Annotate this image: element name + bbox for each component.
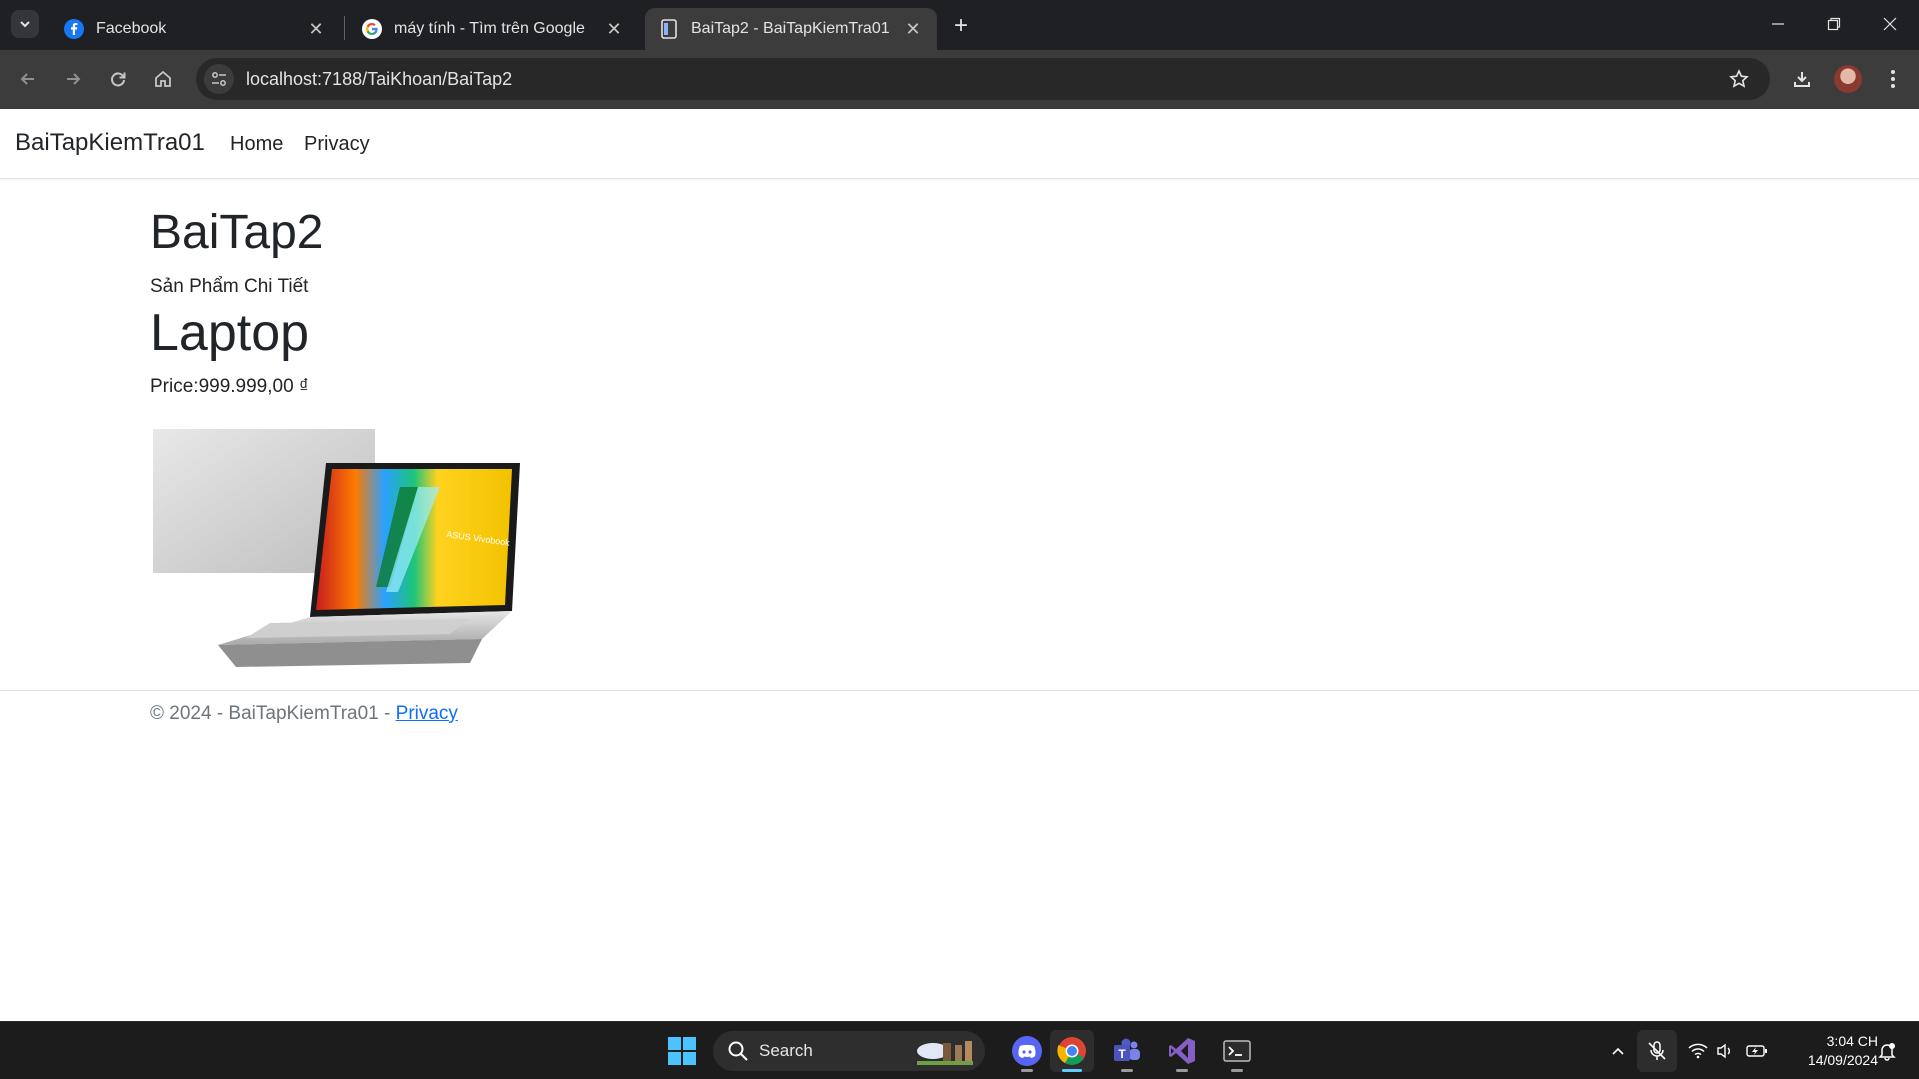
nav-privacy-link[interactable]: Privacy <box>304 133 370 156</box>
restore-icon <box>1827 17 1841 31</box>
wifi-icon <box>1688 1043 1708 1059</box>
site-footer: © 2024 - BaiTapKiemTra01 - Privacy <box>0 690 1919 750</box>
site-info-icon[interactable] <box>204 64 234 94</box>
wifi-button[interactable] <box>1686 1040 1710 1062</box>
footer-privacy-link[interactable]: Privacy <box>396 703 458 724</box>
tab-strip: Facebook ✕ máy tính - Tìm trên Google ✕ … <box>0 0 1919 50</box>
running-indicator <box>1121 1069 1133 1072</box>
tab-baitap2[interactable]: BaiTap2 - BaiTapKiemTra01 ✕ <box>645 8 937 50</box>
bookmark-star-icon[interactable] <box>1722 62 1756 96</box>
teams-taskbar-icon[interactable]: T <box>1105 1030 1149 1072</box>
close-icon[interactable]: ✕ <box>604 19 624 39</box>
download-button[interactable] <box>1785 62 1819 96</box>
svg-text:T: T <box>1118 1047 1126 1061</box>
minimize-icon <box>1772 23 1784 25</box>
start-button[interactable] <box>660 1030 704 1072</box>
forward-button[interactable] <box>56 62 90 96</box>
site-navbar: BaiTapKiemTra01 Home Privacy <box>0 109 1919 179</box>
search-label: Search <box>759 1041 813 1060</box>
search-highlight-icon <box>917 1041 973 1065</box>
browser-chrome: Facebook ✕ máy tính - Tìm trên Google ✕ … <box>0 0 1919 109</box>
visual-studio-taskbar-icon[interactable] <box>1160 1030 1204 1072</box>
close-icon <box>1883 17 1897 31</box>
arrow-right-icon <box>67 73 81 85</box>
chevron-down-icon <box>20 21 30 28</box>
main-content: BaiTap2 Sản Phẩm Chi Tiết Laptop Price:9… <box>150 204 1550 398</box>
product-price: Price:999.999,00 ₫ <box>150 375 309 397</box>
url-text[interactable]: localhost:7188/TaiKhoan/BaiTap2 <box>246 69 1722 90</box>
mic-muted-icon <box>1648 1041 1666 1060</box>
discord-taskbar-icon[interactable] <box>1005 1030 1049 1072</box>
tab-title: máy tính - Tìm trên Google <box>394 20 585 37</box>
tab-title: Facebook <box>96 20 167 37</box>
profile-avatar[interactable] <box>1834 65 1862 93</box>
product-laptop-image: ASUS Vivobook <box>153 429 520 667</box>
close-window-button[interactable] <box>1862 0 1918 48</box>
volume-icon <box>1717 1043 1730 1059</box>
running-indicator <box>1062 1069 1082 1072</box>
home-button[interactable] <box>146 62 180 96</box>
nav-home-link[interactable]: Home <box>230 133 283 156</box>
home-icon <box>155 70 171 87</box>
facebook-icon <box>64 19 84 39</box>
download-icon <box>1794 72 1810 87</box>
search-icon <box>728 1041 748 1061</box>
new-tab-button[interactable]: + <box>944 12 978 40</box>
taskbar-clock[interactable]: 3:04 CH 14/09/2024 <box>1780 1032 1878 1070</box>
running-indicator <box>1021 1069 1033 1072</box>
arrow-left-icon <box>20 73 34 85</box>
web-page: BaiTapKiemTra01 Home Privacy BaiTap2 Sản… <box>0 109 1919 1021</box>
running-indicator <box>1176 1069 1188 1072</box>
battery-button[interactable] <box>1745 1040 1769 1062</box>
tab-google[interactable]: máy tính - Tìm trên Google ✕ <box>348 8 638 50</box>
tab-facebook[interactable]: Facebook ✕ <box>50 8 340 50</box>
windows-logo-icon <box>668 1037 696 1065</box>
notification-bell-icon <box>1878 1043 1896 1061</box>
clock-time: 3:04 CH <box>1826 1033 1878 1049</box>
menu-button[interactable] <box>1876 62 1910 96</box>
footer-text: © 2024 - BaiTapKiemTra01 - Privacy <box>150 703 458 725</box>
reload-icon <box>111 72 126 87</box>
reload-button[interactable] <box>101 62 135 96</box>
address-bar[interactable]: localhost:7188/TaiKhoan/BaiTap2 <box>196 58 1770 100</box>
tab-divider <box>344 16 345 40</box>
footer-copyright: © 2024 - BaiTapKiemTra01 - <box>150 703 396 724</box>
clock-date: 14/09/2024 <box>1807 1052 1878 1068</box>
volume-button[interactable] <box>1713 1040 1737 1062</box>
product-detail-subtitle: Sản Phẩm Chi Tiết <box>150 275 309 297</box>
google-icon <box>362 19 382 39</box>
terminal-taskbar-icon[interactable] <box>1215 1030 1259 1072</box>
more-vertical-icon <box>1891 70 1895 88</box>
show-hidden-icons-button[interactable] <box>1606 1040 1630 1062</box>
minimize-button[interactable] <box>1750 0 1806 48</box>
running-indicator <box>1231 1069 1243 1072</box>
back-button[interactable] <box>11 62 45 96</box>
product-name: Laptop <box>150 303 310 362</box>
mic-muted-button[interactable] <box>1637 1030 1677 1072</box>
taskbar: Search T 3:04 CH 14/09/2024 <box>0 1021 1919 1079</box>
tab-title: BaiTap2 - BaiTapKiemTra01 <box>691 20 890 37</box>
close-icon[interactable]: ✕ <box>903 19 923 39</box>
page-icon <box>659 19 679 39</box>
tab-search-button[interactable] <box>11 10 39 38</box>
site-brand[interactable]: BaiTapKiemTra01 <box>15 129 205 157</box>
restore-button[interactable] <box>1806 0 1862 48</box>
chevron-up-icon <box>1612 1047 1624 1055</box>
browser-toolbar: localhost:7188/TaiKhoan/BaiTap2 <box>0 50 1919 109</box>
page-title: BaiTap2 <box>150 206 324 259</box>
chrome-taskbar-icon[interactable] <box>1050 1030 1094 1072</box>
notifications-button[interactable] <box>1875 1040 1899 1062</box>
taskbar-search[interactable]: Search <box>713 1031 985 1071</box>
battery-charging-icon <box>1746 1045 1767 1057</box>
close-icon[interactable]: ✕ <box>306 19 326 39</box>
